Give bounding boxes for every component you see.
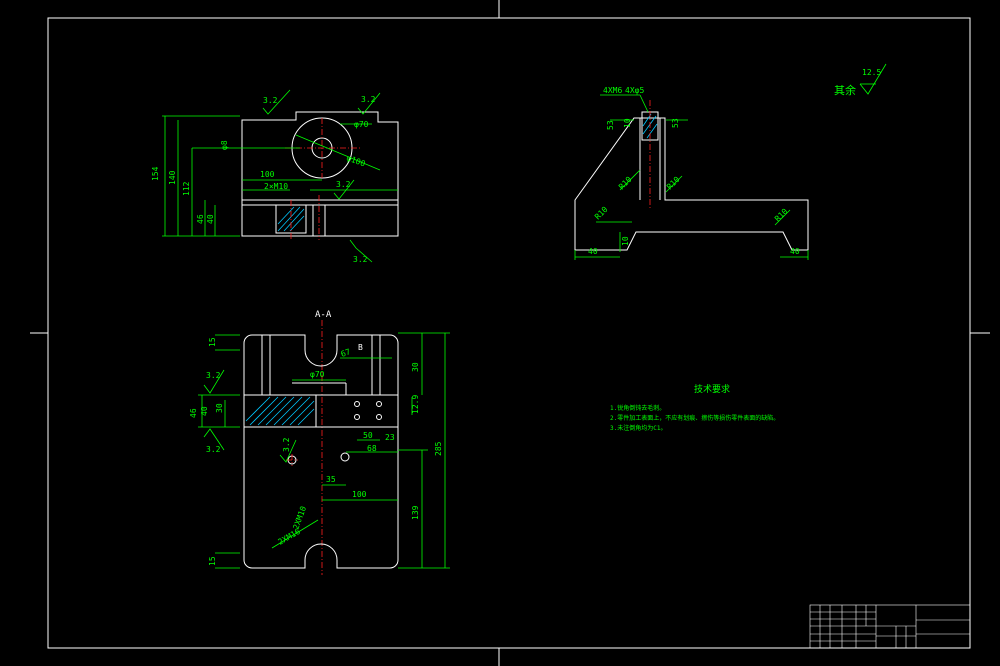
roughness-section-3: 3.2 [282, 437, 291, 452]
dim-40: 40 [206, 214, 215, 224]
dim-phi70: φ70 [354, 120, 369, 129]
top-view: 3.2 3.2 3.2 3.2 154 140 112 46 40 100 φ7… [151, 89, 399, 264]
dim-15-top: 15 [208, 337, 217, 347]
dim-phi8: φ8 [220, 140, 229, 150]
tech-requirement-2: 2.零件加工表面上，不应有划痕、擦伤等损伤零件表面的缺陷。 [610, 414, 779, 422]
dim-139: 139 [411, 505, 420, 520]
dim-40-section: 40 [200, 406, 209, 416]
section-hatch [245, 396, 315, 426]
dim-2xm10: 2×M10 [264, 182, 288, 191]
section-label: A-A [315, 310, 332, 320]
dim-50: 50 [363, 431, 373, 440]
section-mark-b: B [358, 343, 363, 352]
dim-100-section: 100 [352, 490, 367, 499]
roughness-top-2: 3.2 [361, 95, 376, 104]
dim-53-left: 53 [606, 120, 615, 130]
dim-23: 23 [385, 433, 395, 442]
title-block [809, 604, 971, 649]
sheet-frame [30, 0, 990, 666]
tech-requirements: 技术要求 1.锐角倒钝去毛刺。 2.零件加工表面上，不应有划痕、擦伤等损伤零件表… [610, 383, 779, 432]
dim-phi100: φ100 [345, 153, 366, 168]
dim-2xm16: 2XM16 [277, 527, 303, 547]
dim-10-bottom: 10 [621, 236, 630, 246]
dim-r10-4: R10 [773, 207, 790, 224]
tech-requirement-3: 3.未注倒角均为C1。 [610, 424, 666, 432]
dim-30-right: 30 [411, 362, 420, 372]
roughness-rest-note: 其余 12.5 [834, 63, 887, 97]
dim-phi70-section: φ70 [310, 370, 325, 379]
dim-285: 285 [434, 441, 443, 456]
dim-154: 154 [151, 166, 160, 181]
dim-40-left: 40 [588, 247, 598, 256]
section-view: A-A B 15 67 30 φ70 46 40 30 12.9 50 23 6… [189, 310, 450, 575]
roughness-section-1: 3.2 [206, 371, 221, 380]
dim-67: 67 [340, 347, 352, 359]
dim-140: 140 [168, 170, 177, 185]
side-view: 4XM6 4Xφ5 53 10 53 R10 R10 R10 R10 40 10… [574, 86, 809, 260]
dim-100: 100 [260, 170, 275, 179]
dim-4xphi5: 4Xφ5 [625, 86, 644, 95]
dim-30-section: 30 [215, 403, 224, 413]
roughness-section-2: 3.2 [206, 445, 221, 454]
side-view-outline [574, 117, 809, 251]
dim-r10-2: R10 [665, 175, 682, 192]
side-view-dimensions [574, 94, 809, 260]
dim-53-right: 53 [671, 118, 680, 128]
dim-2xm10-section: 2XM10 [291, 505, 308, 531]
dim-40-right: 40 [790, 247, 800, 256]
roughness-top-1: 3.2 [263, 96, 278, 105]
dim-46-section: 46 [189, 408, 198, 418]
dim-15-bottom: 15 [208, 556, 217, 566]
roughness-top-4: 3.2 [353, 255, 368, 264]
tech-requirement-1: 1.锐角倒钝去毛刺。 [610, 404, 665, 412]
dim-112: 112 [182, 181, 191, 196]
dim-10-top: 10 [623, 118, 632, 128]
roughness-rest-label: 其余 [834, 83, 856, 97]
dim-46: 46 [196, 214, 205, 224]
dim-12-9: 12.9 [411, 395, 420, 414]
roughness-top-3: 3.2 [336, 180, 351, 189]
tech-requirements-title: 技术要求 [694, 383, 730, 395]
dim-r10-1: R10 [617, 175, 634, 192]
dim-68: 68 [367, 444, 377, 453]
cad-drawing-sheet: 3.2 3.2 3.2 3.2 154 140 112 46 40 100 φ7… [30, 0, 990, 666]
dim-r10-3: R10 [593, 205, 610, 222]
roughness-rest-value: 12.5 [862, 68, 881, 77]
dim-4xm6: 4XM6 [603, 86, 622, 95]
dim-35: 35 [326, 475, 336, 484]
